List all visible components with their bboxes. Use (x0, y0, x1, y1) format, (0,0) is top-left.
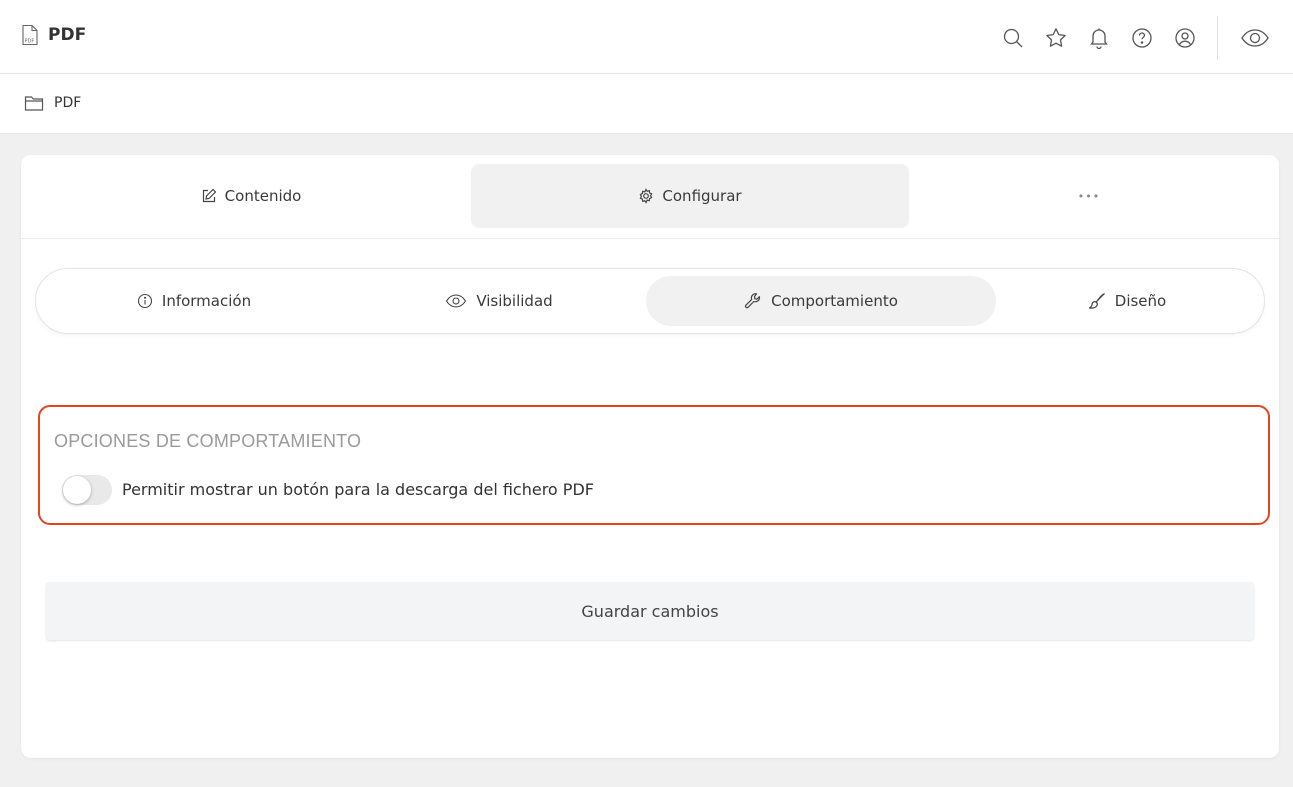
tab-more[interactable]: ••• (909, 164, 1269, 228)
preview-eye-icon[interactable] (1235, 20, 1275, 56)
tab-informacion[interactable]: Información (44, 276, 344, 326)
app-title: PDF PDF (20, 24, 86, 46)
toggle-knob (63, 476, 91, 504)
tab-contenido[interactable]: Contenido (31, 164, 471, 228)
star-icon[interactable] (1036, 20, 1076, 56)
eye-icon (445, 293, 467, 309)
sub-tab-label: Información (161, 292, 252, 310)
toggle-label: Permitir mostrar un botón para la descar… (122, 480, 594, 499)
main-tabs: Contenido Configurar ••• (21, 155, 1279, 239)
sub-tab-label: Diseño (1114, 292, 1167, 310)
svg-text:PDF: PDF (25, 39, 35, 45)
search-icon[interactable] (993, 20, 1033, 56)
breadcrumb-label: PDF (54, 95, 82, 111)
folder-icon (24, 94, 44, 112)
tab-configurar[interactable]: Configurar (471, 164, 909, 228)
header-actions (990, 16, 1275, 60)
sub-tab-label: Comportamiento (771, 292, 898, 310)
tab-label: Contenido (224, 187, 302, 205)
user-icon[interactable] (1165, 20, 1205, 56)
brush-icon (1088, 292, 1106, 310)
sub-tab-label: Visibilidad (476, 292, 553, 310)
file-pdf-icon: PDF (20, 24, 40, 46)
save-button[interactable]: Guardar cambios (46, 582, 1254, 640)
bell-icon[interactable] (1079, 20, 1119, 56)
tab-visibilidad[interactable]: Visibilidad (354, 276, 644, 326)
wrench-icon (744, 292, 762, 310)
behavior-options: OPCIONES DE COMPORTAMIENTO Permitir most… (38, 405, 1270, 525)
breadcrumb-bar: PDF (0, 74, 1293, 134)
gear-icon (638, 188, 654, 204)
help-icon[interactable] (1122, 20, 1162, 56)
breadcrumb[interactable]: PDF (24, 94, 81, 112)
tab-label: Configurar (662, 187, 742, 205)
download-button-toggle[interactable] (62, 475, 112, 505)
header-divider (1217, 16, 1218, 60)
info-icon (137, 293, 153, 309)
more-icon: ••• (1077, 189, 1101, 203)
section-title: OPCIONES DE COMPORTAMIENTO (54, 431, 362, 451)
tab-diseno[interactable]: Diseño (996, 276, 1258, 326)
top-bar: PDF PDF (0, 0, 1293, 74)
settings-card: Contenido Configurar ••• Información Vis… (21, 155, 1279, 758)
sub-tabs: Información Visibilidad Comportamiento D… (35, 268, 1265, 334)
page-title: PDF (48, 25, 87, 45)
edit-icon (201, 188, 217, 204)
tab-comportamiento[interactable]: Comportamiento (646, 276, 996, 326)
